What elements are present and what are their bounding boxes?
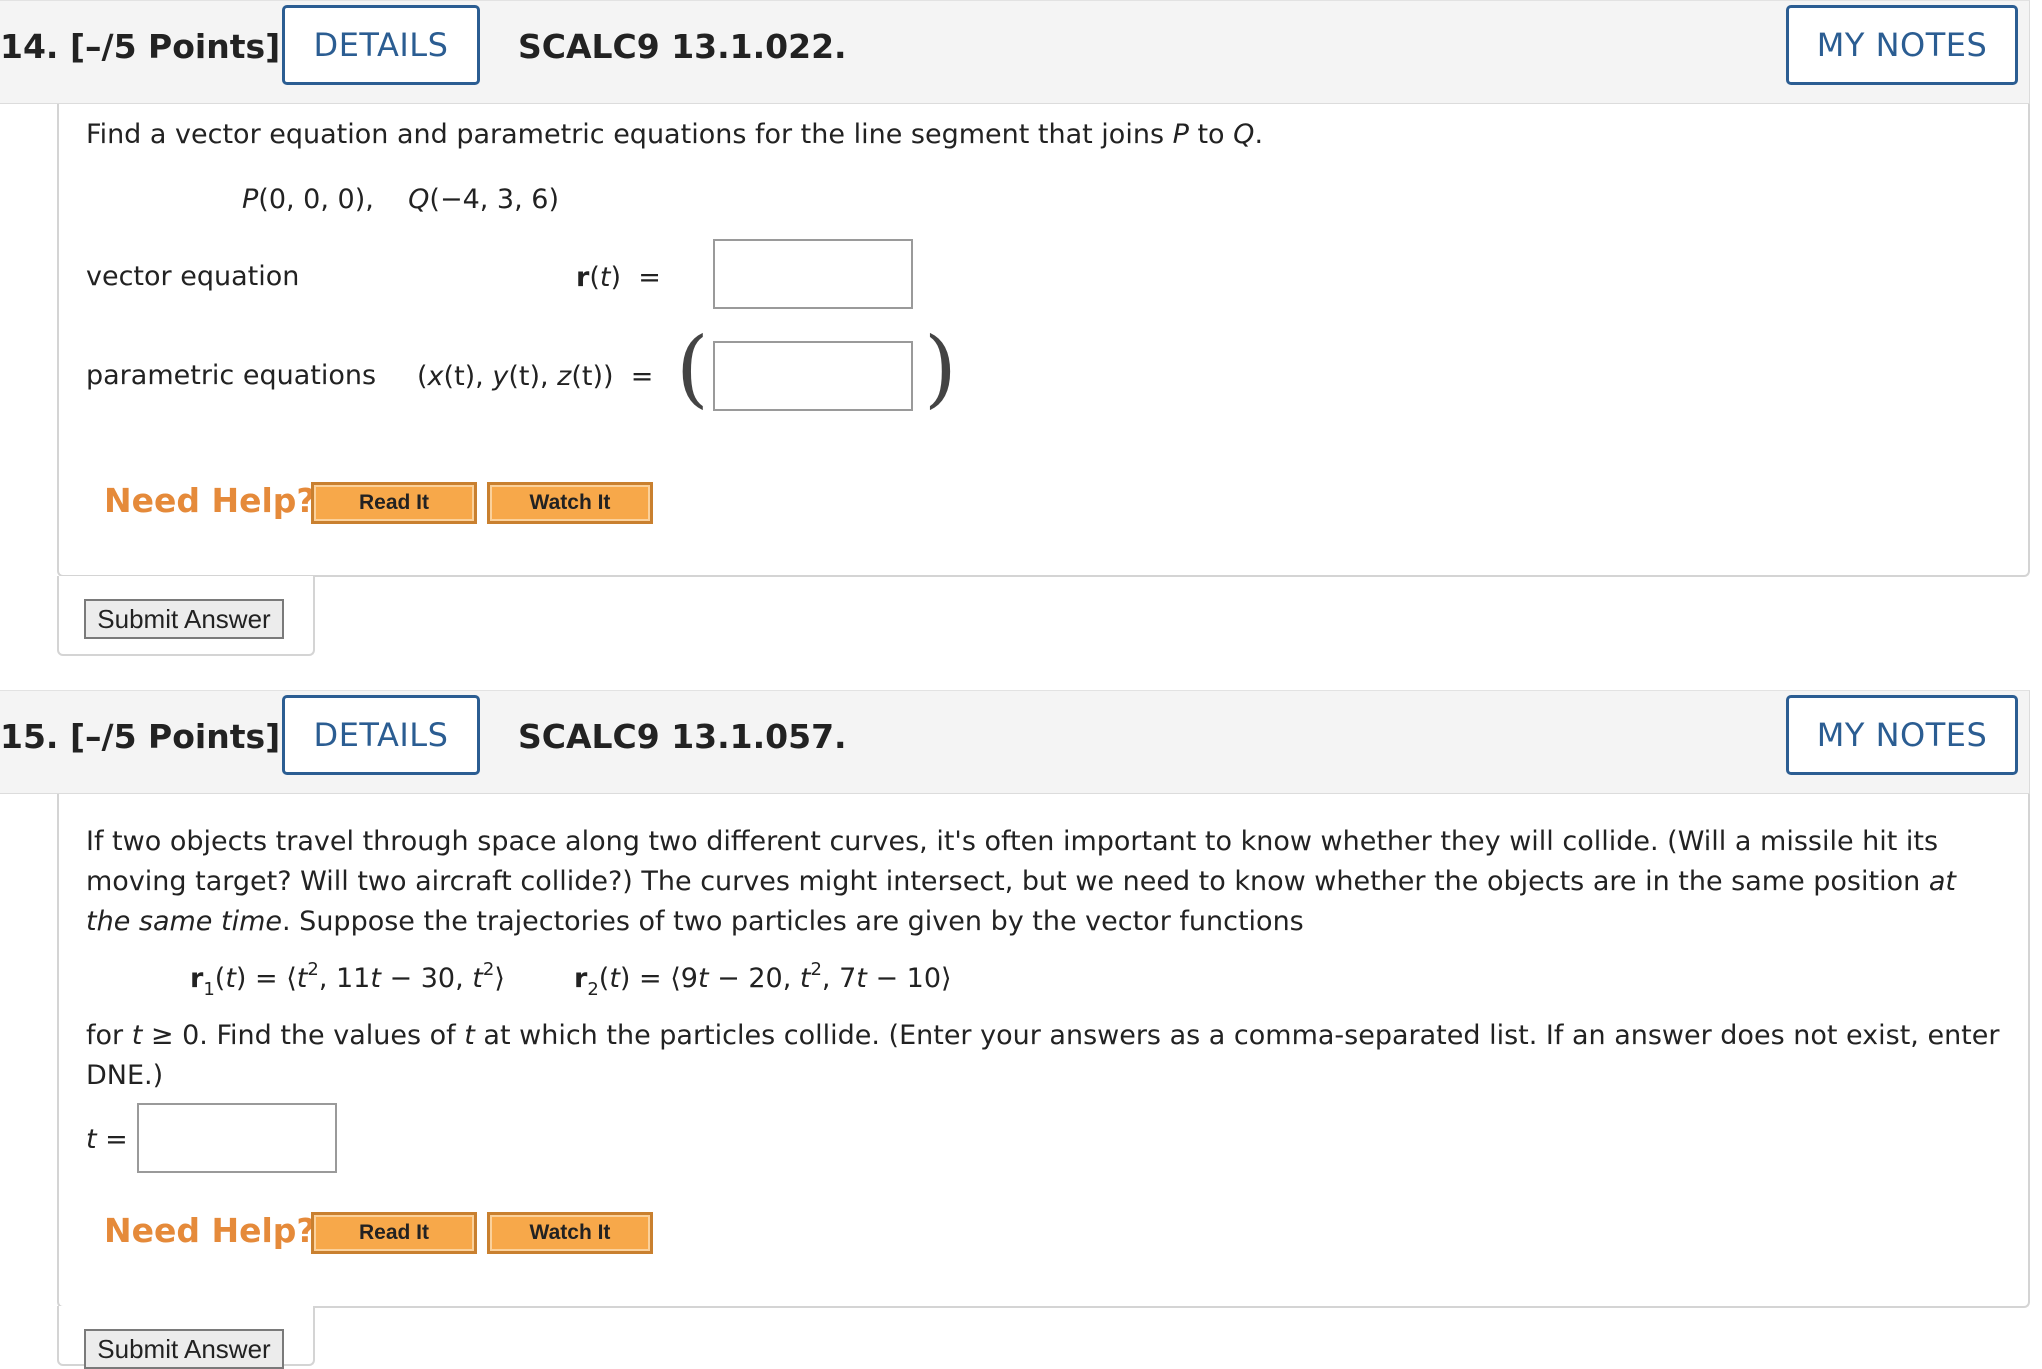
q15-details-button[interactable]: DETAILS bbox=[282, 695, 480, 775]
q14-parametric-lhs: (x(t), y(t), z(t)) = bbox=[417, 361, 654, 392]
q15-watch-it-button[interactable]: Watch It bbox=[487, 1212, 653, 1254]
q15-code: SCALC9 13.1.057. bbox=[518, 717, 847, 756]
q15-need-help: Need Help? bbox=[104, 1211, 316, 1250]
q14-details-button[interactable]: DETAILS bbox=[282, 5, 480, 85]
q14-vector-label: vector equation bbox=[86, 261, 300, 292]
q14-parametric-label: parametric equations bbox=[86, 360, 377, 391]
q14-left-paren: ( bbox=[676, 319, 709, 417]
q14-right-paren: ) bbox=[924, 319, 957, 417]
q14-points: P(0, 0, 0), Q(−4, 3, 6) bbox=[242, 184, 559, 215]
q15-t-answer-input[interactable] bbox=[137, 1103, 337, 1173]
q14-parametric-answer-input[interactable] bbox=[713, 341, 913, 411]
q14-header: 14. [–/5 Points] DETAILS SCALC9 13.1.022… bbox=[0, 0, 2030, 104]
q14-watch-it-button[interactable]: Watch It bbox=[487, 482, 653, 524]
q15-read-it-button[interactable]: Read It bbox=[311, 1212, 477, 1254]
q14-prompt: Find a vector equation and parametric eq… bbox=[86, 119, 1264, 150]
q14-code: SCALC9 13.1.022. bbox=[518, 27, 847, 66]
q14-title: 14. [–/5 Points] bbox=[0, 27, 281, 66]
q14-submit-answer-button[interactable]: Submit Answer bbox=[84, 599, 284, 639]
q14-need-help: Need Help? bbox=[104, 481, 316, 520]
q14-my-notes-button[interactable]: MY NOTES bbox=[1786, 5, 2018, 85]
q15-submit-answer-button[interactable]: Submit Answer bbox=[84, 1329, 284, 1369]
q15-t-label: t = bbox=[86, 1124, 128, 1155]
q15-title: 15. [–/5 Points] bbox=[0, 717, 281, 756]
q15-paragraph-instructions: for t ≥ 0. Find the values of t at which… bbox=[86, 1020, 2000, 1091]
q15-header: 15. [–/5 Points] DETAILS SCALC9 13.1.057… bbox=[0, 690, 2030, 794]
q15-paragraph-intro: If two objects travel through space alon… bbox=[86, 826, 1956, 937]
q14-vector-lhs: r(t) = bbox=[576, 262, 661, 293]
q15-r2-function: r2(t) = ⟨9t − 20, t2, 7t − 10⟩ bbox=[574, 959, 952, 1000]
q14-vector-answer-input[interactable] bbox=[713, 239, 913, 309]
q15-my-notes-button[interactable]: MY NOTES bbox=[1786, 695, 2018, 775]
q14-read-it-button[interactable]: Read It bbox=[311, 482, 477, 524]
q15-r1-function: r1(t) = ⟨t2, 11t − 30, t2⟩ bbox=[190, 959, 505, 1000]
